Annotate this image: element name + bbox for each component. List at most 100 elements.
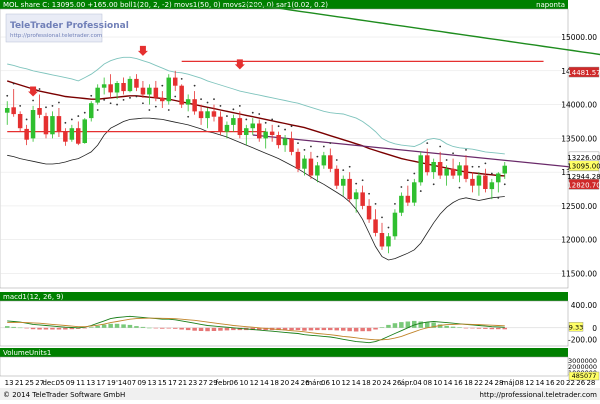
candle-body	[392, 212, 398, 237]
macd-histogram-bar	[353, 327, 359, 332]
x-tick-label: 11	[76, 379, 85, 387]
macd-histogram-bar	[341, 327, 346, 331]
x-tick-label: 10	[331, 379, 340, 387]
macd-histogram-bar	[140, 326, 146, 328]
candle-body	[121, 83, 126, 92]
candle-body	[17, 114, 23, 129]
candle-body	[127, 78, 133, 92]
sar-dot	[32, 99, 34, 102]
sar-dot	[122, 98, 125, 101]
sar-dot	[83, 111, 86, 114]
candle-body	[179, 85, 184, 105]
sar-dot	[490, 172, 493, 175]
sar-dot	[503, 183, 506, 186]
chart-svg: MOL share C: 13095.00 +165.00 boll1(20, …	[0, 0, 600, 400]
sar-dot	[329, 142, 332, 144]
sar-dot	[148, 109, 151, 111]
sar-dot	[426, 142, 429, 144]
candle-body	[347, 178, 352, 200]
macd-histogram-bar	[114, 323, 120, 328]
x-tick-label: ápr.	[401, 379, 414, 387]
macd-histogram-bar	[457, 327, 462, 328]
sar-dot	[271, 118, 274, 121]
sar-dot	[109, 102, 112, 105]
sar-dot	[51, 105, 54, 107]
sar-dot	[316, 155, 319, 158]
candle-body	[244, 128, 249, 135]
sar-dot	[129, 96, 131, 99]
candle-body	[89, 103, 94, 119]
x-tick-label: 22	[566, 379, 575, 387]
candle-body	[250, 123, 255, 129]
macd-histogram-bar	[43, 327, 49, 330]
sar-dot	[167, 109, 170, 111]
macd-histogram-bar	[334, 327, 339, 331]
volume-label: VolumeUnits1	[3, 349, 51, 357]
sar-dot	[303, 148, 306, 151]
x-tick-label: 14	[352, 379, 361, 387]
candle-body	[334, 168, 339, 186]
macd-histogram-bar	[224, 327, 230, 331]
footer-copyright: © 2014 TeleTrader Software GmbH	[3, 391, 125, 399]
x-tick-label: 21	[15, 379, 24, 387]
candle-body	[437, 162, 443, 176]
price-tick-label: 15000.00	[561, 33, 597, 42]
x-tick-label: 24	[484, 379, 493, 387]
x-tick-label: 13	[86, 379, 95, 387]
macd-histogram-bar	[185, 327, 191, 331]
candle-body	[353, 192, 359, 200]
candle-body	[457, 165, 462, 176]
sar-dot	[251, 111, 254, 114]
candle-body	[192, 99, 197, 112]
sar-dot	[394, 203, 396, 205]
candle-body	[379, 233, 385, 247]
sar-dot	[45, 106, 47, 109]
macd-histogram-bar	[192, 327, 197, 331]
x-tick-label: 07	[127, 379, 136, 387]
stock-chart: MOL share C: 13095.00 +165.00 boll1(20, …	[0, 0, 600, 400]
macd-histogram-bar	[56, 327, 62, 330]
x-tick-label: 13	[5, 379, 14, 387]
candle-body	[321, 155, 327, 166]
sar-dot	[342, 169, 345, 172]
x-tick-label: 12	[525, 379, 534, 387]
candle-body	[160, 97, 165, 102]
candle-body	[463, 165, 469, 179]
x-tick-label: 08	[515, 379, 524, 387]
macd-histogram-bar	[24, 327, 29, 329]
sar-dot	[387, 226, 390, 229]
macd-histogram-bar	[496, 327, 501, 330]
macd-histogram-bar	[160, 327, 165, 329]
x-tick-label: 17	[97, 379, 106, 387]
macd-histogram-bar	[483, 327, 488, 329]
x-tick-label: 10	[239, 379, 248, 387]
sar-dot	[297, 142, 299, 144]
x-tick-label: 20	[556, 379, 565, 387]
sar-dot	[258, 113, 261, 115]
candle-body	[269, 131, 275, 135]
sar-dot	[465, 148, 467, 151]
candle-body	[502, 165, 507, 174]
candle-body	[412, 182, 417, 203]
macd-histogram-bar	[302, 327, 307, 331]
sar-dot	[19, 105, 22, 107]
sar-dot	[458, 186, 461, 189]
x-tick-label: '14	[116, 379, 127, 387]
macd-tag-label: 9.33	[569, 323, 583, 331]
sar-dot	[355, 182, 358, 185]
macd-histogram-bar	[5, 326, 10, 328]
macd-histogram-bar	[17, 327, 23, 329]
candle-body	[405, 195, 411, 203]
candle-body	[24, 128, 29, 140]
macd-histogram-bar	[173, 327, 178, 329]
macd-histogram-bar	[489, 327, 495, 330]
sar-dot	[400, 186, 403, 188]
sar-dot	[238, 105, 241, 107]
sar-dot	[193, 84, 196, 87]
macd-histogram-bar	[347, 327, 352, 332]
price-tick-label: 12500.00	[561, 202, 597, 211]
candle-body	[373, 219, 378, 233]
price-tag-label: 14481.57	[567, 69, 600, 77]
macd-axis: 400.00 0 -200.00 9.33	[568, 301, 597, 344]
sar-dot	[471, 165, 474, 168]
